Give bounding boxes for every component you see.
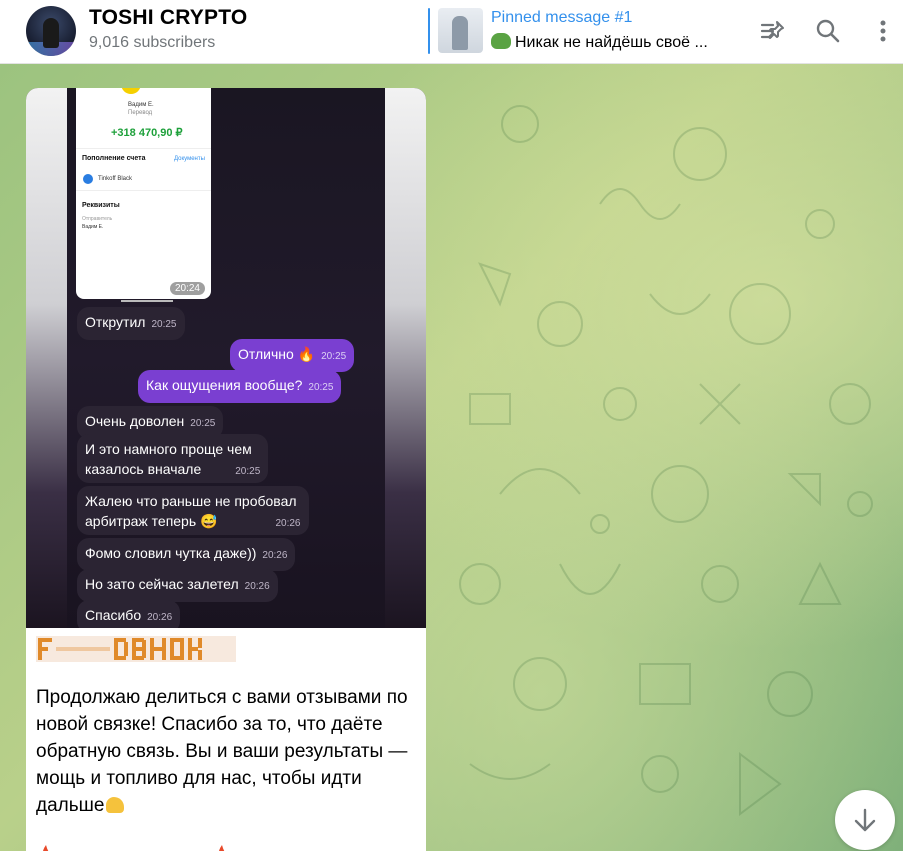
search-button[interactable] (811, 14, 845, 48)
scroll-down-button[interactable] (835, 790, 895, 850)
pinned-label: Pinned message #1 (491, 9, 633, 26)
pinned-message[interactable]: Pinned message #1 Никак не найдёшь своё … (428, 6, 738, 56)
bank-logo-icon (83, 174, 93, 184)
pin-list-icon (760, 21, 784, 39)
bank-name: Tinkoff Black (98, 176, 133, 182)
chat-header: TOSHI CRYPTO 9,016 subscribers Pinned me… (0, 0, 903, 64)
message-photo[interactable]: Вадим Е. Перевод +318 470,90 ₽ Пополнени… (26, 88, 426, 628)
message-caption: Продолжаю делиться с вами отзывами по но… (36, 687, 408, 816)
req-sub: Отправитель (82, 216, 113, 222)
docs-link: Документы (174, 156, 205, 162)
chat-bubble: Как ощущения вообще? 20:25 (138, 370, 342, 403)
chat-bubble: Но зато сейчас залетел 20:26 (77, 569, 278, 602)
phone-screenshot: Вадим Е. Перевод +318 470,90 ₽ Пополнени… (67, 88, 385, 628)
subscriber-count: 9,016 subscribers (89, 34, 216, 51)
search-icon (816, 19, 840, 43)
pinned-indicator (428, 8, 430, 54)
channel-avatar[interactable] (26, 6, 76, 56)
chat-bubble: Отлично 🔥 20:25 (230, 339, 355, 372)
card-sub: Перевод (128, 110, 153, 116)
pinned-list-button[interactable] (756, 14, 790, 48)
channel-message[interactable]: Вадим Е. Перевод +318 470,90 ₽ Пополнени… (26, 88, 426, 851)
req-name: Вадим Е. (82, 224, 104, 230)
chat-bubble: Фомо словил чутка даже)) 20:26 (77, 538, 296, 571)
pinned-thumbnail (438, 8, 483, 53)
transfer-card: Вадим Е. Перевод +318 470,90 ₽ Пополнени… (76, 88, 211, 302)
avatar-figure (43, 18, 59, 48)
card-time: 20:24 (169, 282, 205, 295)
more-vertical-icon (880, 20, 886, 42)
muscle-emoji-icon (106, 797, 125, 813)
home-indicator (121, 300, 173, 302)
channel-title[interactable]: TOSHI CRYPTO (89, 6, 247, 30)
feedback-pixel-banner (36, 636, 236, 662)
chat-bubble: Жалею что раньше не пробовал арбитраж теп… (77, 486, 309, 535)
fire-emoji-row (43, 845, 225, 851)
pinned-text: Никак не найдёшь своё ... (515, 34, 708, 51)
chat-bubble: И это намного проще чем казалось вначале 2… (77, 434, 269, 483)
chat-bubble: Открутил 20:25 (77, 307, 185, 340)
section-topup: Пополнение счета (82, 155, 146, 162)
transfer-amount: +318 470,90 ₽ (111, 127, 183, 139)
photo-left-edge (26, 88, 67, 628)
emoji-face-icon (121, 88, 141, 94)
photo-right-edge (385, 88, 426, 628)
pinned-text-row: Никак не найдёшь своё ... (491, 33, 708, 52)
card-name: Вадим Е. (128, 102, 154, 108)
more-button[interactable] (866, 14, 900, 48)
frog-emoji-icon (491, 33, 511, 49)
section-requisites: Реквизиты (82, 202, 120, 209)
arrow-down-icon (854, 808, 876, 832)
chat-bubble: Спасибо 20:26 (77, 600, 181, 628)
